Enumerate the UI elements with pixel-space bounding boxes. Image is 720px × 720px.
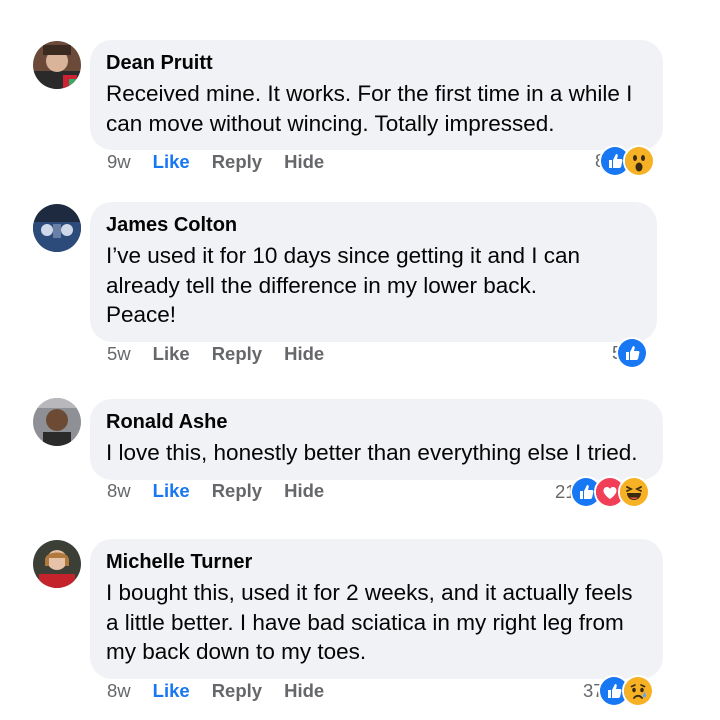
avatar[interactable] (33, 41, 81, 89)
comment-author[interactable]: Ronald Ashe (106, 410, 647, 434)
comment-text: Received mine. It works. For the first t… (106, 81, 633, 136)
avatar[interactable] (33, 398, 81, 446)
comment-text: I’ve used it for 10 days since getting i… (106, 243, 581, 327)
like-button[interactable]: Like (153, 480, 190, 502)
hide-button[interactable]: Hide (284, 680, 324, 702)
comment-time[interactable]: 8w (107, 480, 131, 502)
reaction-summary[interactable]: 8 (595, 145, 656, 177)
haha-icon (617, 476, 650, 508)
comment-author[interactable]: James Colton (106, 213, 641, 237)
comment-bubble: Dean Pruitt Received mine. It works. For… (90, 40, 663, 150)
like-button[interactable]: Like (153, 343, 190, 365)
like-icon (616, 337, 649, 369)
hide-button[interactable]: Hide (284, 343, 324, 365)
reaction-summary[interactable]: 21 (555, 476, 650, 508)
avatar[interactable] (33, 204, 81, 252)
like-button[interactable]: Like (153, 151, 190, 173)
hide-button[interactable]: Hide (284, 480, 324, 502)
comment-bubble: James Colton I’ve used it for 10 days si… (90, 202, 657, 342)
reaction-summary[interactable]: 5 (612, 337, 649, 369)
comment-actions: 9w Like Reply Hide (107, 151, 346, 173)
comment-bubble: Ronald Ashe I love this, honestly better… (90, 399, 663, 480)
comment-author[interactable]: Michelle Turner (106, 550, 647, 574)
like-button[interactable]: Like (153, 680, 190, 702)
comment-time[interactable]: 5w (107, 343, 131, 365)
comment-time[interactable]: 8w (107, 680, 131, 702)
comment-actions: 8w Like Reply Hide (107, 680, 346, 702)
reaction-summary[interactable]: 37 (583, 675, 654, 707)
comment-actions: 5w Like Reply Hide (107, 343, 346, 365)
avatar[interactable] (33, 540, 81, 588)
comment-bubble: Michelle Turner I bought this, used it f… (90, 539, 663, 679)
wow-icon (623, 145, 656, 177)
reply-button[interactable]: Reply (212, 343, 262, 365)
hide-button[interactable]: Hide (284, 151, 324, 173)
comment-text: I love this, honestly better than everyt… (106, 440, 638, 465)
comment-text: I bought this, used it for 2 weeks, and … (106, 580, 633, 664)
comment-author[interactable]: Dean Pruitt (106, 51, 647, 75)
reply-button[interactable]: Reply (212, 480, 262, 502)
comment-time[interactable]: 9w (107, 151, 131, 173)
comment-actions: 8w Like Reply Hide (107, 480, 346, 502)
reply-button[interactable]: Reply (212, 680, 262, 702)
reply-button[interactable]: Reply (212, 151, 262, 173)
sad-icon (621, 675, 654, 707)
